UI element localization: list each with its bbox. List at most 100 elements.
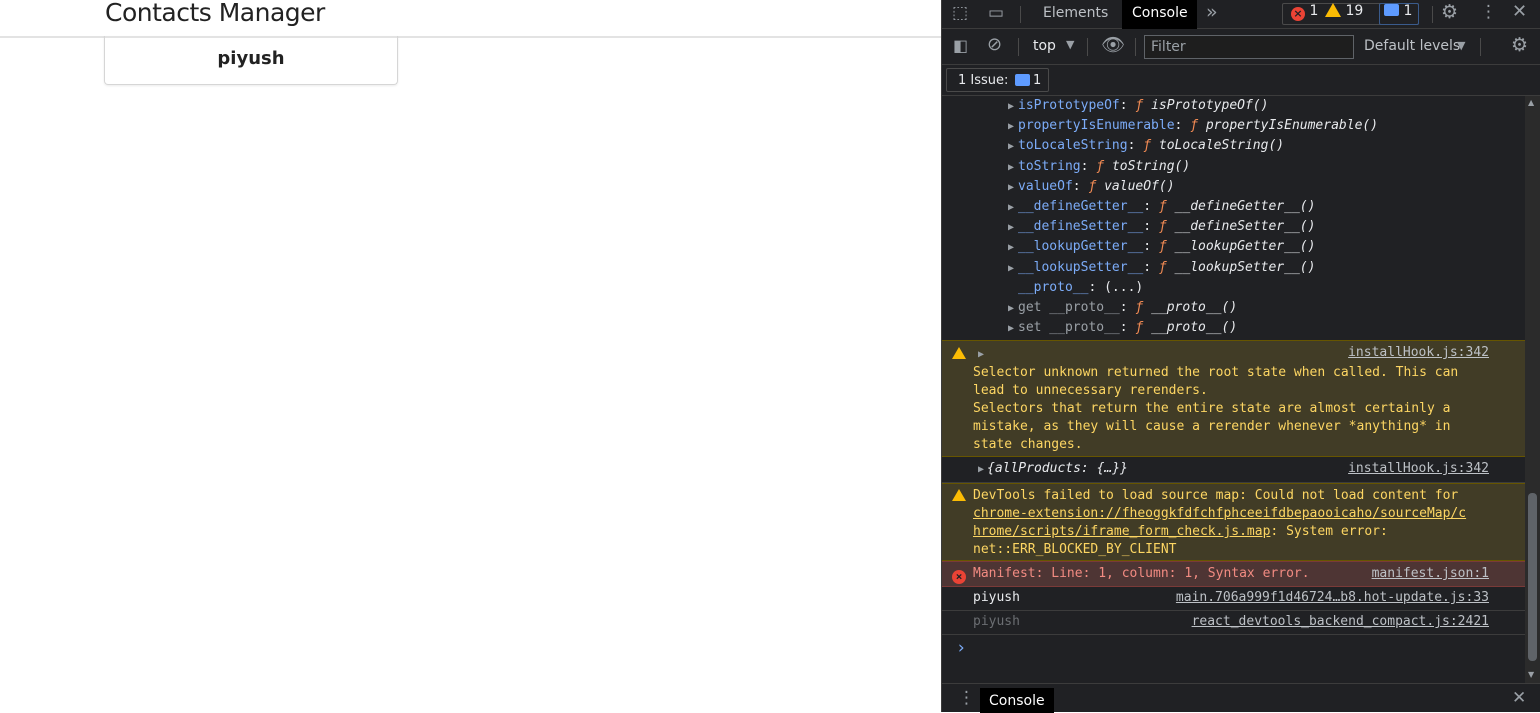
console-log-line[interactable]: piyush react_devtools_backend_compact.js…: [942, 611, 1525, 635]
expand-triangle-icon[interactable]: ▶: [1008, 97, 1018, 117]
warning-icon: [952, 347, 966, 362]
expand-triangle-icon[interactable]: ▶: [1008, 319, 1018, 339]
prototype-property-line[interactable]: ▶ __defineGetter__: ƒ __defineGetter__(): [1008, 197, 1315, 217]
close-devtools-icon[interactable]: ✕: [1512, 1, 1527, 22]
log-levels-select[interactable]: Default levels: [1364, 38, 1460, 54]
property-key: propertyIsEnumerable: [1018, 118, 1175, 134]
drawer-menu-icon[interactable]: ⋮: [958, 688, 975, 708]
divider: [1087, 38, 1088, 56]
live-expression-eye-icon[interactable]: 👁: [1101, 33, 1125, 56]
context-select[interactable]: top: [1033, 38, 1056, 54]
source-map-link[interactable]: chrome-extension://fheoggkfdfchfphceeifd…: [973, 506, 1466, 521]
expand-triangle-icon[interactable]: ▶: [1008, 158, 1018, 178]
property-key: isPrototypeOf: [1018, 98, 1120, 113]
settings-gear-icon[interactable]: ⚙: [1441, 1, 1458, 23]
expand-triangle-icon[interactable]: ▶: [1008, 299, 1018, 319]
expand-triangle-icon[interactable]: ▶: [1008, 238, 1018, 258]
device-toolbar-icon[interactable]: ▭: [988, 3, 1004, 23]
property-key: valueOf: [1018, 178, 1073, 194]
key-separator: :: [1143, 199, 1159, 214]
divider: [1020, 6, 1021, 23]
sidebar-toggle-icon[interactable]: ◧: [953, 36, 968, 55]
function-signature: __defineGetter__(): [1174, 199, 1316, 214]
scroll-thumb[interactable]: [1528, 493, 1537, 661]
prototype-property-line[interactable]: ▶ set __proto__: ƒ __proto__(): [1008, 318, 1237, 338]
clear-console-icon[interactable]: ⊘: [987, 34, 1002, 55]
expand-triangle-icon[interactable]: ▶: [1008, 218, 1018, 238]
prototype-property-line[interactable]: ▶ __defineSetter__: ƒ __defineSetter__(): [1008, 217, 1315, 237]
message-icon: [1015, 74, 1030, 89]
message-icon: [1384, 4, 1399, 16]
inspect-element-icon[interactable]: ⬚: [952, 3, 968, 23]
source-link[interactable]: installHook.js:342: [1348, 461, 1489, 476]
key-separator: :: [1143, 259, 1159, 275]
kebab-menu-icon[interactable]: ⋮: [1480, 2, 1497, 22]
expand-triangle-icon[interactable]: ▶: [1008, 137, 1018, 157]
source-map-link[interactable]: hrome/scripts/iframe_form_check.js.map: [973, 524, 1270, 539]
console-object-line[interactable]: ▶ {allProducts: {…}} installHook.js:342: [942, 457, 1525, 483]
chevron-down-icon: ▼: [1066, 38, 1075, 51]
prototype-property-line[interactable]: ▶ propertyIsEnumerable: ƒ propertyIsEnume…: [1008, 116, 1378, 136]
scroll-up-arrow-icon[interactable]: ▲: [1528, 98, 1534, 107]
more-tabs-icon[interactable]: »: [1206, 1, 1218, 23]
source-link[interactable]: main.706a999f1d46724…b8.hot-update.js:33: [1176, 590, 1489, 605]
source-link[interactable]: manifest.json:1: [1372, 566, 1489, 581]
tab-elements[interactable]: Elements: [1043, 5, 1108, 21]
prototype-property-line[interactable]: ▶ isPrototypeOf: ƒ isPrototypeOf(): [1008, 96, 1268, 116]
expand-triangle-icon[interactable]: ▶: [1008, 117, 1018, 137]
expand-triangle-icon[interactable]: ▶: [1008, 198, 1018, 218]
key-separator: :: [1088, 279, 1105, 295]
console-scrollbar[interactable]: ▲ ▼: [1525, 96, 1540, 683]
warning-message: Selector unknown returned the root state…: [973, 365, 1459, 452]
function-symbol: ƒ: [1143, 138, 1152, 154]
error-counter[interactable]: × 1: [1291, 3, 1318, 25]
property-key: __lookupSetter__: [1018, 259, 1144, 275]
console-warning[interactable]: ▶ installHook.js:342 Selector unknown re…: [942, 340, 1525, 457]
error-message: Manifest: Line: 1, column: 1, Syntax err…: [973, 566, 1310, 581]
contact-card[interactable]: piyush: [104, 36, 398, 85]
console-log-line[interactable]: piyush main.706a999f1d46724…b8.hot-updat…: [942, 587, 1525, 611]
prototype-property-line[interactable]: ▶ toLocaleString: ƒ toLocaleString(): [1008, 136, 1284, 156]
contact-name: piyush: [217, 47, 285, 69]
function-signature: __lookupGetter__(): [1174, 239, 1316, 255]
prototype-property-line[interactable]: ▶ get __proto__: ƒ __proto__(): [1008, 298, 1237, 318]
prototype-property-line[interactable]: __proto__: (...): [1008, 278, 1143, 298]
source-link[interactable]: react_devtools_backend_compact.js:2421: [1192, 614, 1489, 629]
close-drawer-icon[interactable]: ✕: [1512, 688, 1526, 708]
web-page: Contacts Manager piyush: [0, 0, 941, 712]
key-separator: :: [1080, 158, 1097, 174]
message-counter[interactable]: 1: [1384, 3, 1412, 25]
chevron-down-icon: ▼: [1457, 39, 1466, 52]
console-log[interactable]: ▶ isPrototypeOf: ƒ isPrototypeOf() ▶ proper…: [942, 96, 1525, 683]
property-key: __defineGetter__: [1018, 199, 1144, 214]
issues-label: 1 Issue:: [958, 73, 1009, 88]
warning-counter[interactable]: 19: [1325, 3, 1363, 25]
issues-button[interactable]: 1 Issue: 1: [946, 68, 1049, 92]
function-symbol: ƒ: [1158, 239, 1167, 255]
property-key: get __proto__: [1018, 300, 1120, 315]
issues-count: 1: [1033, 73, 1042, 88]
prototype-property-line[interactable]: ▶ toString: ƒ toString(): [1008, 157, 1190, 177]
filter-input[interactable]: [1144, 35, 1354, 59]
function-signature: __lookupSetter__(): [1174, 259, 1316, 275]
console-error[interactable]: × Manifest: Line: 1, column: 1, Syntax e…: [942, 561, 1525, 587]
function-symbol: ƒ: [1158, 219, 1167, 235]
expand-triangle-icon[interactable]: ▶: [1008, 259, 1018, 279]
expand-triangle-icon[interactable]: ▶: [1008, 178, 1018, 198]
prototype-property-line[interactable]: ▶ __lookupSetter__: ƒ __lookupSetter__(): [1008, 258, 1315, 278]
warning-icon: [1325, 3, 1341, 17]
prototype-property-line[interactable]: ▶ valueOf: ƒ valueOf(): [1008, 177, 1175, 197]
prototype-property-line[interactable]: ▶ __lookupGetter__: ƒ __lookupGetter__(): [1008, 237, 1315, 257]
devtools-drawer: ⋮ Console ✕: [942, 683, 1540, 713]
key-separator: :: [1143, 239, 1159, 255]
tab-console[interactable]: Console: [1122, 0, 1197, 29]
expand-triangle-icon[interactable]: ▶: [978, 349, 988, 360]
scroll-down-arrow-icon[interactable]: ▼: [1528, 670, 1534, 679]
console-warning[interactable]: DevTools failed to load source map: Coul…: [942, 483, 1525, 561]
console-prompt[interactable]: ›: [956, 638, 966, 658]
drawer-tab-console[interactable]: Console: [980, 688, 1054, 713]
console-settings-gear-icon[interactable]: ⚙: [1511, 34, 1528, 56]
source-link[interactable]: installHook.js:342: [1348, 345, 1489, 360]
log-message: piyush: [973, 590, 1020, 605]
key-separator: :: [1143, 219, 1159, 235]
